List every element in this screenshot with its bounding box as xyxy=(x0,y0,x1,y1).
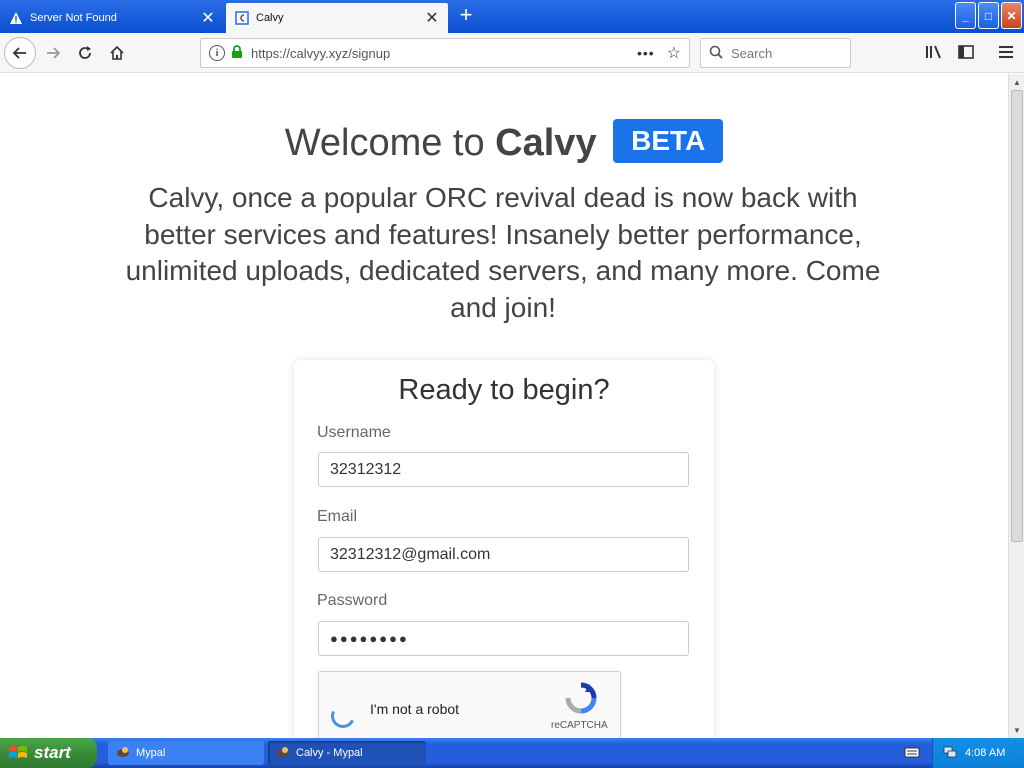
keyboard-icon[interactable] xyxy=(904,745,920,761)
page-content: Welcome to Calvy BETA Calvy, once a popu… xyxy=(0,74,1008,738)
page-actions-icon[interactable]: ••• xyxy=(637,45,655,61)
close-window-button[interactable]: ✕ xyxy=(1001,2,1022,29)
signup-card: Ready to begin? Username 32312312 Email … xyxy=(294,360,714,738)
captcha-brand: reCAPTCHA xyxy=(551,720,608,731)
password-label: Password xyxy=(317,592,388,609)
back-button[interactable] xyxy=(4,37,36,69)
taskbar-item-label: Calvy - Mypal xyxy=(296,747,363,759)
network-icon[interactable] xyxy=(943,745,957,762)
taskbar-item-calvy-mypal[interactable]: Calvy - Mypal xyxy=(268,741,426,765)
scroll-up-icon[interactable]: ▲ xyxy=(1009,74,1024,90)
address-bar[interactable]: i https://calvyy.xyz/signup ••• ☆ xyxy=(200,38,690,68)
clock[interactable]: 4:08 AM xyxy=(965,747,1005,759)
welcome-prefix: Welcome to xyxy=(284,122,496,164)
scrollbar-thumb[interactable] xyxy=(1011,90,1023,542)
email-label: Email xyxy=(317,508,358,525)
email-input[interactable]: 32312312@gmail.com xyxy=(318,537,689,572)
search-icon xyxy=(709,45,723,62)
url-text[interactable]: https://calvyy.xyz/signup xyxy=(251,46,637,61)
start-label: start xyxy=(34,743,71,762)
library-icon[interactable] xyxy=(924,42,944,62)
maximize-button[interactable]: □ xyxy=(978,2,999,29)
search-input[interactable]: Search xyxy=(700,38,851,68)
close-tab-icon[interactable]: ✕ xyxy=(422,8,442,28)
recaptcha-logo-icon xyxy=(565,682,597,714)
username-label: Username xyxy=(317,424,391,441)
home-button[interactable] xyxy=(102,38,132,68)
tab-server-not-found[interactable]: Server Not Found ✕ xyxy=(0,3,224,33)
start-button[interactable]: start xyxy=(0,738,97,768)
arrow-left-icon xyxy=(12,47,26,59)
mypal-app-icon xyxy=(116,745,130,762)
reload-icon xyxy=(79,46,91,59)
arrow-right-icon xyxy=(47,47,61,59)
tab-label: Server Not Found xyxy=(30,12,117,24)
scroll-down-icon[interactable]: ▼ xyxy=(1009,722,1024,738)
home-icon xyxy=(110,45,124,60)
reload-button[interactable] xyxy=(70,38,100,68)
mypal-app-icon xyxy=(276,745,290,762)
taskbar: start Mypal Calvy - Mypal 4:08 AM xyxy=(0,738,1024,768)
captcha-label: I'm not a robot xyxy=(370,701,460,717)
sidebar-icon[interactable] xyxy=(956,42,976,62)
windows-flag-icon xyxy=(9,746,27,758)
search-placeholder: Search xyxy=(731,45,773,61)
taskbar-item-label: Mypal xyxy=(136,747,166,759)
close-tab-icon[interactable]: ✕ xyxy=(198,8,218,28)
vertical-scrollbar[interactable]: ▲ ▼ xyxy=(1008,74,1024,738)
navigation-toolbar: i https://calvyy.xyz/signup ••• ☆ Search xyxy=(0,33,1024,73)
form-title: Ready to begin? xyxy=(398,374,610,406)
warning-icon xyxy=(8,10,24,26)
bookmark-star-icon[interactable]: ☆ xyxy=(667,43,681,63)
menu-hamburger-icon[interactable] xyxy=(996,42,1016,62)
password-input[interactable]: ●●●●●●●● xyxy=(318,621,689,656)
new-tab-button[interactable]: + xyxy=(454,4,478,28)
brand-name: Calvy xyxy=(495,122,597,164)
window-controls: _ □ ✕ xyxy=(955,2,1022,29)
calvy-favicon xyxy=(234,10,250,26)
system-tray: 4:08 AM xyxy=(932,738,1024,768)
lock-icon[interactable] xyxy=(231,45,243,61)
username-input[interactable]: 32312312 xyxy=(318,452,689,487)
tab-bar: Server Not Found ✕ Calvy ✕ + _ □ ✕ xyxy=(0,0,1024,33)
captcha-spinner-icon[interactable] xyxy=(327,700,359,732)
taskbar-item-mypal[interactable]: Mypal xyxy=(108,741,264,765)
forward-button[interactable] xyxy=(38,38,68,68)
beta-badge: BETA xyxy=(613,118,724,163)
info-icon[interactable]: i xyxy=(209,45,225,61)
recaptcha-widget: I'm not a robot reCAPTCHA xyxy=(318,671,621,738)
minimize-button[interactable]: _ xyxy=(955,2,976,29)
tab-calvy[interactable]: Calvy ✕ xyxy=(226,3,448,33)
tab-label: Calvy xyxy=(256,12,284,24)
welcome-heading: Welcome to Calvy BETA xyxy=(0,118,1008,167)
tagline: Calvy, once a popular ORC revival dead i… xyxy=(125,182,881,323)
